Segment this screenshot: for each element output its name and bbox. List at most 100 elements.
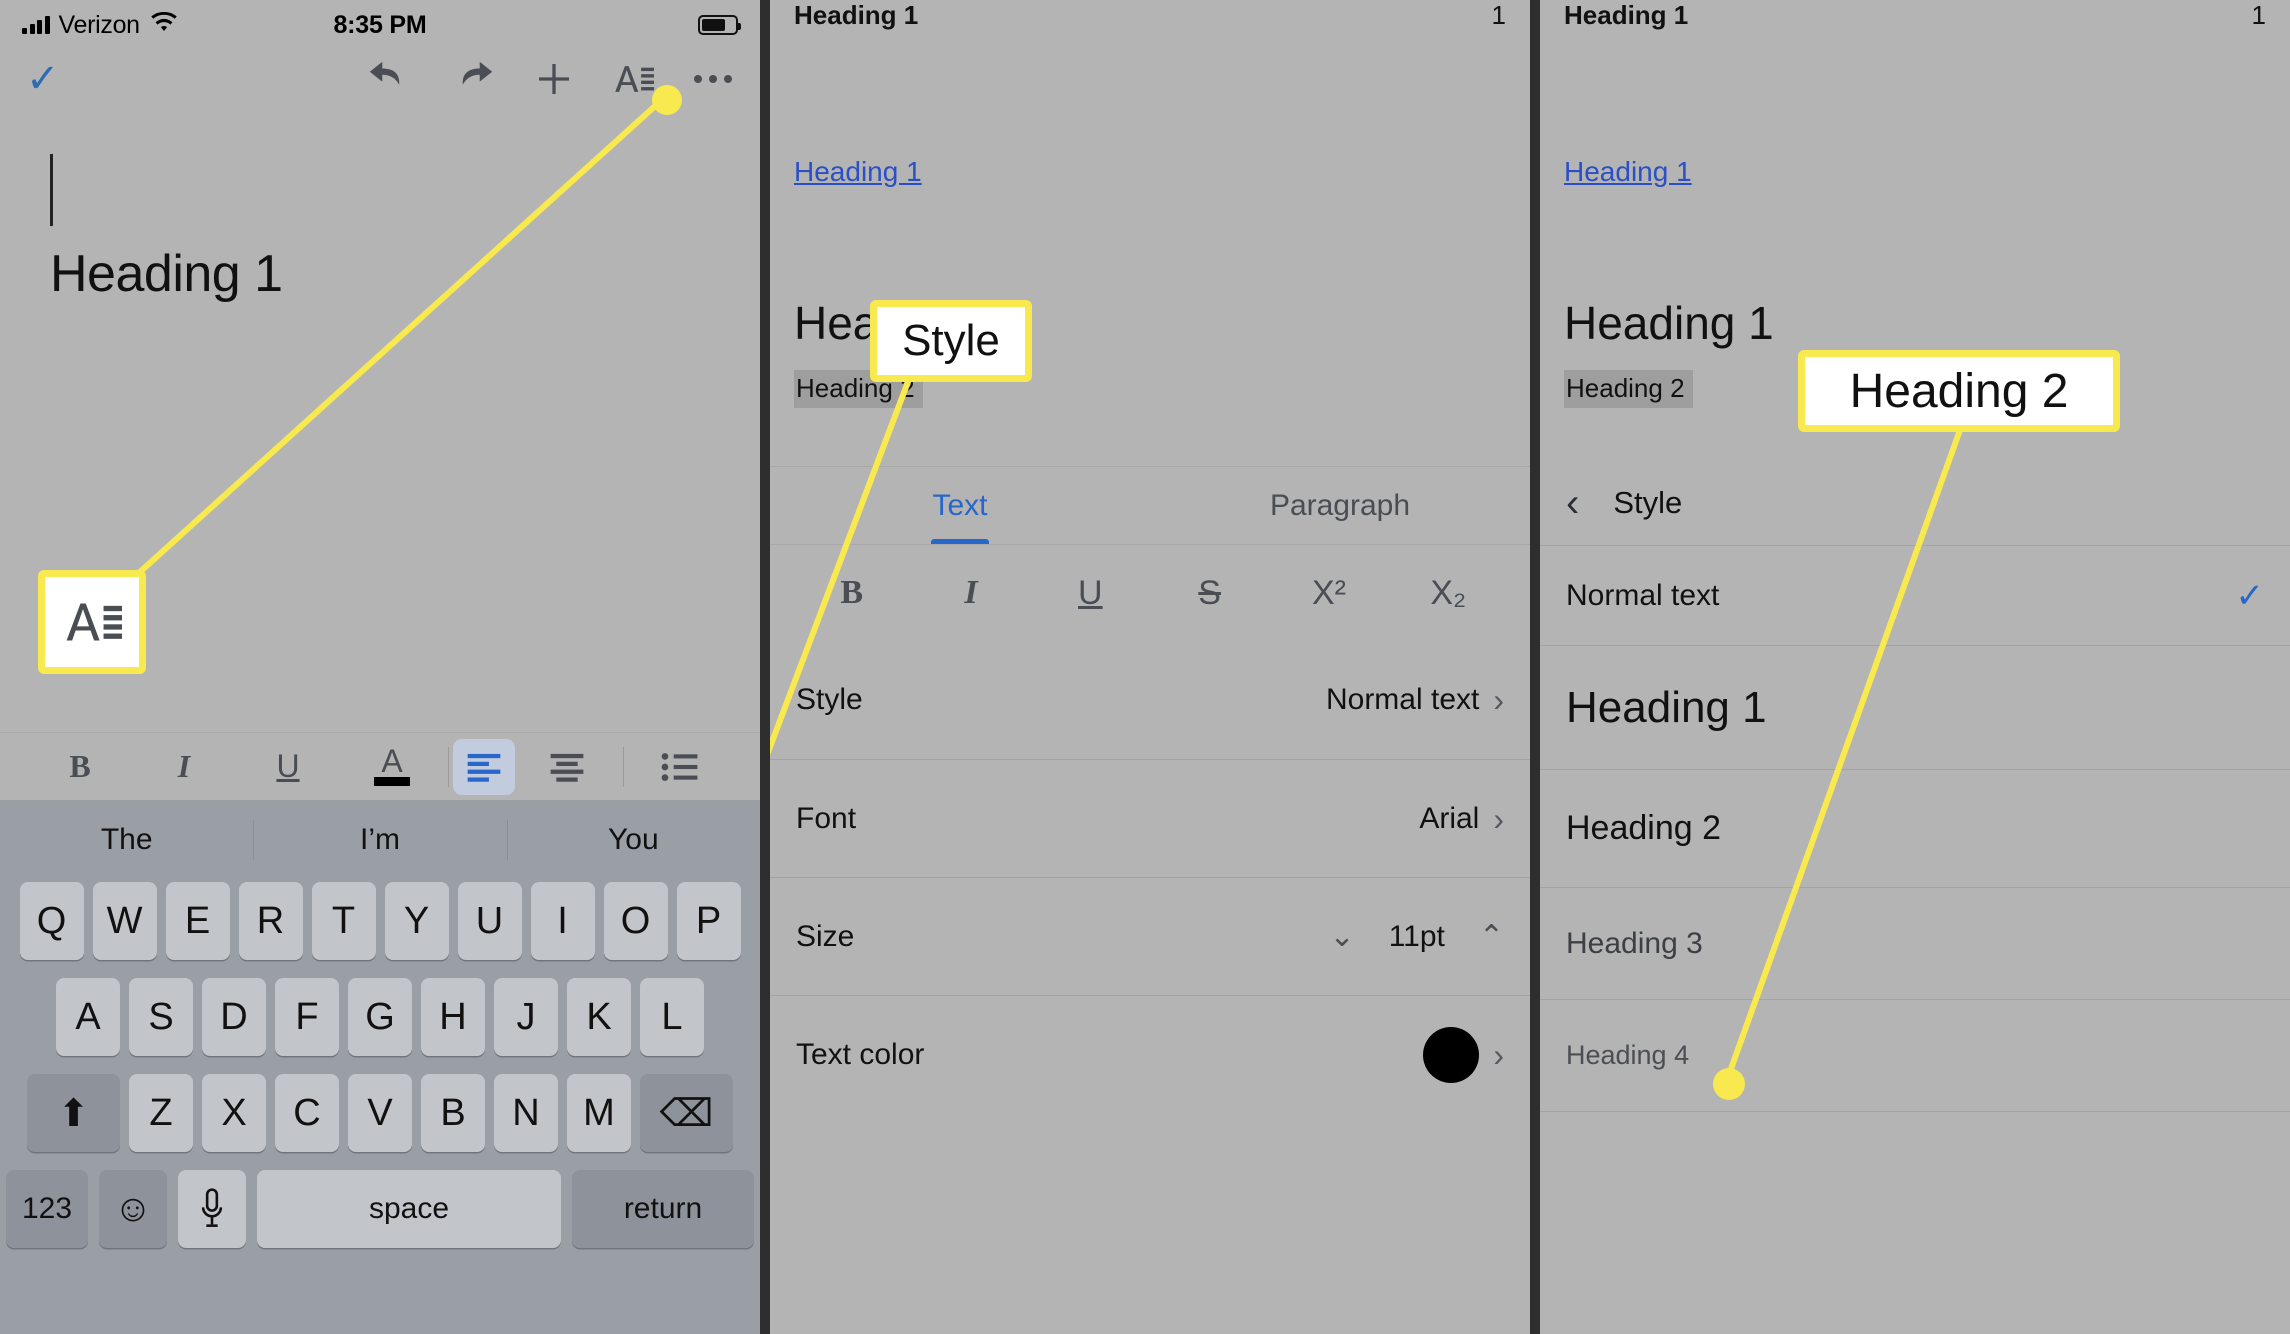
- key-l[interactable]: L: [640, 978, 704, 1056]
- panel-editor-with-keyboard: Verizon 8:35 PM ✓ Heading 1 B I U A The …: [0, 0, 760, 1334]
- style-option-heading-2[interactable]: Heading 2: [1540, 770, 2290, 888]
- return-key[interactable]: return: [572, 1170, 754, 1248]
- style-option-label: Heading 2: [1566, 809, 1722, 847]
- prediction-you[interactable]: You: [507, 823, 760, 857]
- doc-header-title: Heading 1: [794, 0, 919, 30]
- key-b[interactable]: B: [421, 1074, 485, 1152]
- align-center-icon[interactable]: [515, 739, 619, 795]
- key-o[interactable]: O: [603, 882, 668, 960]
- row-size[interactable]: Size ⌄ 11pt ⌃: [770, 877, 1530, 995]
- format-text-icon[interactable]: [612, 59, 654, 99]
- doc-header-title-p3: Heading 1: [1564, 0, 1689, 30]
- prediction-im[interactable]: I’m: [253, 823, 506, 857]
- prediction-the[interactable]: The: [0, 823, 253, 857]
- outline-link-heading1[interactable]: Heading 1: [794, 156, 922, 188]
- key-j[interactable]: J: [494, 978, 558, 1056]
- chevron-right-icon: ›: [1493, 1036, 1504, 1073]
- row-size-label: Size: [796, 919, 855, 953]
- keyboard-row-2: A S D F G H J K L: [0, 978, 760, 1056]
- tab-text[interactable]: Text: [770, 467, 1150, 544]
- key-e[interactable]: E: [165, 882, 230, 960]
- row-text-color[interactable]: Text color ›: [770, 995, 1530, 1113]
- chevron-right-icon: ›: [1493, 682, 1504, 718]
- key-q[interactable]: Q: [19, 882, 84, 960]
- bold-label: B: [69, 748, 91, 784]
- add-button[interactable]: [534, 59, 574, 99]
- key-a[interactable]: A: [56, 978, 120, 1056]
- color-swatch[interactable]: [1423, 1026, 1480, 1083]
- callout-heading2-label: Heading 2: [1798, 350, 2120, 432]
- key-u[interactable]: U: [457, 882, 522, 960]
- predictive-text-bar: The I’m You: [0, 804, 760, 876]
- superscript-button-p2[interactable]: X²: [1269, 574, 1388, 613]
- bulleted-list-icon[interactable]: [628, 739, 732, 795]
- key-t[interactable]: T: [311, 882, 376, 960]
- key-p[interactable]: P: [676, 882, 741, 960]
- more-options-icon[interactable]: [692, 72, 734, 86]
- size-increase-icon[interactable]: ⌃: [1479, 919, 1504, 954]
- underline-button-p2[interactable]: U: [1031, 574, 1150, 613]
- space-key[interactable]: space: [257, 1170, 561, 1248]
- key-f[interactable]: F: [275, 978, 339, 1056]
- style-option-label: Heading 4: [1566, 1040, 1690, 1070]
- subscript-button-p2[interactable]: X₂: [1389, 574, 1508, 613]
- selected-check-icon: ✓: [2235, 576, 2265, 615]
- row-font[interactable]: Font Arial ›: [770, 759, 1530, 877]
- outline-link-heading1-p3[interactable]: Heading 1: [1564, 156, 1692, 188]
- back-chevron-icon[interactable]: ‹: [1566, 483, 1579, 523]
- doc-header-panel3: Heading 1 1: [1540, 0, 2290, 34]
- on-screen-keyboard: The I’m You Q W E R T Y U I O P A S D F: [0, 800, 760, 1334]
- key-h[interactable]: H: [421, 978, 485, 1056]
- key-s[interactable]: S: [129, 978, 193, 1056]
- style-option-heading-3[interactable]: Heading 3: [1540, 888, 2290, 1000]
- italic-button[interactable]: I: [132, 739, 236, 795]
- key-m[interactable]: M: [567, 1074, 631, 1152]
- row-text-color-label: Text color: [796, 1037, 925, 1071]
- sample-heading-1-p3[interactable]: Heading 1: [1564, 296, 2290, 350]
- key-y[interactable]: Y: [384, 882, 449, 960]
- row-font-value-group: Arial ›: [1419, 802, 1504, 836]
- key-g[interactable]: G: [348, 978, 412, 1056]
- align-left-icon[interactable]: [453, 738, 515, 795]
- document-heading-text[interactable]: Heading 1: [50, 244, 710, 304]
- key-x[interactable]: X: [202, 1074, 266, 1152]
- battery-icon: [698, 15, 741, 35]
- row-style-value-group: Normal text ›: [1326, 683, 1504, 717]
- key-i[interactable]: I: [530, 882, 595, 960]
- key-d[interactable]: D: [202, 978, 266, 1056]
- bold-button[interactable]: B: [28, 739, 132, 795]
- numbers-key[interactable]: 123: [6, 1170, 88, 1248]
- undo-icon[interactable]: [366, 59, 412, 99]
- text-color-button[interactable]: A: [340, 739, 444, 795]
- key-n[interactable]: N: [494, 1074, 558, 1152]
- key-k[interactable]: K: [567, 978, 631, 1056]
- size-decrease-icon[interactable]: ⌄: [1330, 919, 1355, 954]
- key-v[interactable]: V: [348, 1074, 412, 1152]
- done-checkmark-button[interactable]: ✓: [26, 59, 60, 99]
- style-sheet-nav: ‹ Style: [1540, 460, 2290, 546]
- emoji-key[interactable]: ☺: [99, 1170, 167, 1248]
- redo-icon[interactable]: [450, 59, 496, 99]
- key-c[interactable]: C: [275, 1074, 339, 1152]
- shift-key[interactable]: ⬆: [27, 1074, 120, 1152]
- style-option-heading-4[interactable]: Heading 4: [1540, 1000, 2290, 1112]
- key-w[interactable]: W: [92, 882, 157, 960]
- status-right: [698, 15, 741, 35]
- style-option-normal-text[interactable]: Normal text ✓: [1540, 546, 2290, 646]
- document-canvas[interactable]: Heading 1: [0, 108, 760, 304]
- tab-paragraph[interactable]: Paragraph: [1150, 467, 1530, 544]
- sample-heading-2-selected-p3[interactable]: Heading 2: [1564, 370, 1693, 408]
- strikethrough-button-p2[interactable]: S: [1150, 574, 1269, 613]
- underline-button[interactable]: U: [236, 739, 340, 795]
- style-sheet-title: Style: [1613, 484, 1683, 520]
- mic-icon[interactable]: [178, 1170, 246, 1248]
- backspace-key[interactable]: ⌫: [640, 1074, 733, 1152]
- row-style[interactable]: Style Normal text ›: [770, 641, 1530, 759]
- italic-button-p2[interactable]: I: [911, 574, 1030, 612]
- bold-button-p2[interactable]: B: [792, 574, 911, 612]
- underline-label: U: [276, 748, 300, 784]
- key-r[interactable]: R: [238, 882, 303, 960]
- key-z[interactable]: Z: [129, 1074, 193, 1152]
- style-option-heading-1[interactable]: Heading 1: [1540, 646, 2290, 770]
- panel3-anchor-dot: [1713, 1068, 1745, 1100]
